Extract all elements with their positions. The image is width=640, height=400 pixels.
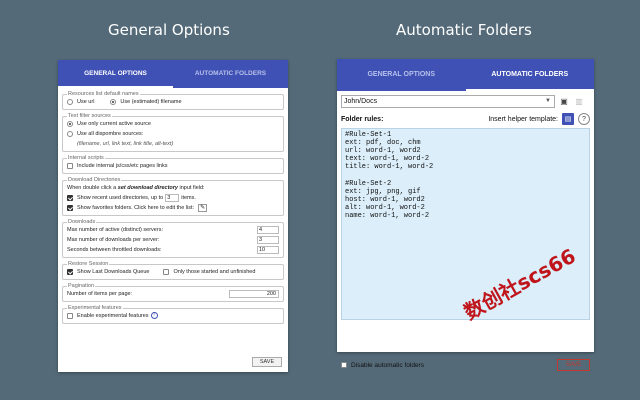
favorites-checkbox[interactable] [67,204,73,211]
all-sources-note: (filename, url, link text, link title, a… [77,140,174,147]
include-internal-label: Include internal js/css/etc pages links [77,162,168,169]
internal-scripts-group: Internal scripts Include internal js/css… [62,155,284,174]
folder-select-value: John/Docs [344,98,378,105]
add-folder-button[interactable]: ▣ [558,96,570,108]
general-options-heading: General Options [108,21,230,39]
group-legend: Experimental features [68,305,122,311]
text-filter-group: Text filter sources Use only current act… [62,113,284,152]
items-per-page-label: Number of items per page: [67,290,133,297]
insert-template-button[interactable]: ▤ [562,113,574,125]
folder-add-icon: ▣ [560,97,568,106]
recent-dirs-label: Show recent used directories, up to [77,194,164,201]
throttle-input[interactable]: 10 [257,245,279,254]
tab-bar: GENERAL OPTIONS AUTOMATIC FOLDERS [337,59,594,91]
only-started-label: Only those started and unfinished [173,268,256,275]
pagination-group: Pagination Number of items per page: 200 [62,283,284,302]
experimental-group: Experimental features Enable experimenta… [62,305,284,324]
downloads-group: Downloads Max number of active (distinct… [62,219,284,258]
max-active-input[interactable]: 4 [257,225,279,234]
current-source-radio[interactable] [67,120,73,127]
group-legend: Downloads [68,219,96,225]
resources-names-group: Resources list default names Use url Use… [62,91,284,110]
recent-count-input[interactable]: 3 [165,193,180,202]
tab-bar: GENERAL OPTIONS AUTOMATIC FOLDERS [58,60,288,88]
dblclick-bold: set download directory [117,184,178,191]
disable-auto-folders-label: Disable automatic folders [351,361,424,369]
folder-rules-editor[interactable]: #Rule-Set-1 ext: pdf, doc, chm url: word… [341,128,590,320]
document-icon: ▤ [564,116,572,123]
max-per-server-input[interactable]: 3 [257,235,279,244]
dblclick-prefix: When double click a [67,184,117,191]
use-filename-label: Use (estimated) filename [120,98,182,105]
experimental-label: Enable experimental features [77,312,149,319]
max-per-server-label: Max number of downloads per server: [67,236,160,243]
download-directories-group: Download Directories When double click a… [62,177,284,216]
restore-session-group: Restore Session Show Last Downloads Queu… [62,261,284,280]
dblclick-suffix: input field: [179,184,205,191]
save-button[interactable]: SAVE [252,357,282,367]
edit-favorites-button[interactable]: ✎ [198,203,208,212]
tab-automatic-folders[interactable]: AUTOMATIC FOLDERS [173,60,288,88]
help-button[interactable]: ? [578,113,590,125]
group-legend: Restore Session [68,261,109,267]
folder-select[interactable]: John/Docs ▼ [341,95,555,108]
question-icon: ? [582,115,586,123]
tab-general-options[interactable]: GENERAL OPTIONS [337,59,466,91]
group-legend: Download Directories [68,177,121,183]
use-filename-radio[interactable] [110,98,117,105]
automatic-folders-heading: Automatic Folders [396,21,532,39]
tab-automatic-folders[interactable]: AUTOMATIC FOLDERS [465,59,594,91]
group-legend: Resources list default names [68,91,139,97]
tab-general-options[interactable]: GENERAL OPTIONS [58,60,173,88]
delete-folder-button[interactable]: ▥ [573,96,585,108]
use-url-label: Use url [77,98,95,105]
show-last-queue-checkbox[interactable] [67,268,73,275]
throttle-label: Seconds between throttled downloads: [67,246,162,253]
group-legend: Text filter sources [68,113,111,119]
items-per-page-input[interactable]: 200 [229,289,279,298]
max-active-label: Max number of active (distinct) servers: [67,226,163,233]
trash-icon: ▥ [575,97,583,106]
group-legend: Internal scripts [68,155,104,161]
group-legend: Pagination [68,283,94,289]
insert-template-label: Insert helper template: [488,115,558,123]
use-url-radio[interactable] [67,98,73,105]
folder-rules-label: Folder rules: [341,115,384,123]
only-started-checkbox[interactable] [163,268,170,275]
all-sources-radio[interactable] [67,130,73,137]
recent-dirs-checkbox[interactable] [67,194,73,201]
pencil-icon: ✎ [200,205,206,211]
general-options-panel: GENERAL OPTIONS AUTOMATIC FOLDERS Resour… [58,60,288,372]
include-internal-checkbox[interactable] [67,162,73,169]
recent-suffix: items. [181,194,196,201]
experimental-checkbox[interactable] [67,312,73,319]
save-button[interactable]: SAVE [557,359,590,371]
disable-auto-folders-checkbox[interactable] [341,362,347,368]
current-source-label: Use only current active source [77,120,151,127]
show-last-queue-label: Show Last Downloads Queue [77,268,150,275]
favorites-label: Show favorites folders. Click here to ed… [77,204,195,211]
chevron-down-icon: ▼ [545,98,551,104]
all-sources-label: Use all dispombre sources: [77,130,144,137]
help-icon[interactable]: ? [150,312,158,319]
